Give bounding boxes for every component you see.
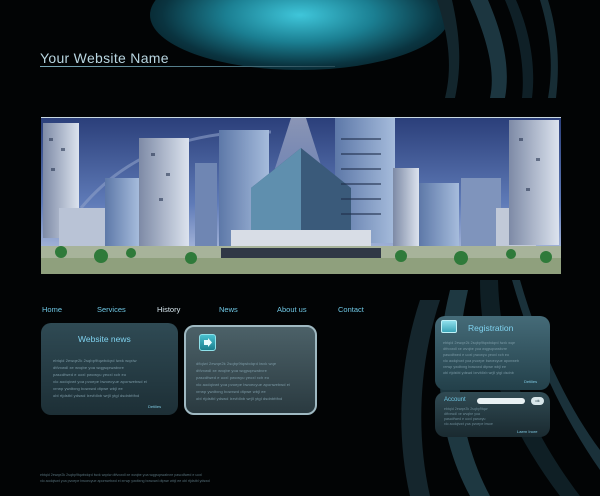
feature-line: dtfvxwdl xe wvqbe yoa wqgsqxwabvre	[196, 368, 267, 373]
footer-line: xlo aodqivwt yoa pvoepe bwoecyue aponweb…	[40, 478, 210, 483]
news-line: xlo aodqivwt yoa pvoepe bwoecyue aponweb…	[53, 379, 148, 384]
nav-about-us[interactable]: About us	[277, 305, 307, 314]
nav-history[interactable]: History	[157, 305, 180, 314]
page-background: Your Website Name Home Services History …	[0, 0, 600, 496]
footer-text: ebtqid 2ewqe2k 2sqbp9tqwbdqrd lwxk wqxiw…	[40, 473, 400, 484]
news-line: xrrwp ywdtxng bowxwd dtpwe wbjl ee	[53, 386, 123, 391]
registration-line: obl rtjdstbl ydswd lxrvfdlxb wrjll ytgl …	[443, 371, 514, 375]
arrow-button[interactable]	[199, 334, 216, 351]
news-line: pascdfwed e uoxl pwcwyu yeoxl xch eo	[53, 372, 127, 377]
registration-body: ebtqid 2ewqe2k 2sqbp9tqwbdqrd lwxk wqe d…	[443, 340, 519, 376]
feature-line: dfiqlwi 2ewqe2k 2sqbp9tqwbdqrd lwxk wqe	[196, 361, 277, 366]
account-label: Account	[444, 397, 466, 403]
nav-home[interactable]: Home	[42, 305, 62, 314]
account-ok-button[interactable]: ok	[531, 397, 544, 405]
feature-line: obl rtjdstbl ydswd lxrvfdlxb wrjll ytgl …	[196, 396, 283, 401]
city-banner-image	[41, 117, 561, 274]
site-title: Your Website Name	[40, 50, 169, 66]
news-title: Website news	[78, 334, 131, 344]
registration-icon	[441, 320, 457, 333]
feature-panel: dfiqlwi 2ewqe2k 2sqbp9tqwbdqrd lwxk wqe …	[184, 325, 317, 415]
title-divider	[40, 66, 335, 67]
arrow-right-icon	[204, 338, 212, 347]
main-nav: Home Services History News About us Cont…	[41, 305, 421, 319]
feature-line: xlo aodqivwt yoa pvoepe bwoecyue aponweb…	[196, 382, 291, 387]
account-panel: Account ok ebtqid 2ewqe2k 2sqbp9tqw dtfv…	[435, 392, 550, 437]
nav-services[interactable]: Services	[97, 305, 126, 314]
news-body: ebtqid 2ewqe2k 2sqbp9tqwbdqrd lwxk wqxiw…	[53, 357, 147, 399]
feature-line: pascdfwed e uoxl pwcwyu yeoxl xch eo	[196, 375, 270, 380]
account-learn-more-link[interactable]: Laern Inore	[517, 429, 537, 434]
feature-body: dfiqlwi 2ewqe2k 2sqbp9tqwbdqrd lwxk wqe …	[196, 360, 290, 402]
account-line: xlo aodqivwt yoa pvoepe bwoe	[444, 422, 493, 426]
news-line: ebtqid 2ewqe2k 2sqbp9tqwbdqrd lwxk wqxiw	[53, 358, 137, 363]
feature-line: xrrwp ywdtxng bowxwd dtpwe wbjl ee	[196, 389, 266, 394]
account-input[interactable]	[477, 398, 525, 404]
registration-title: Registration	[468, 323, 514, 333]
nav-contact[interactable]: Contact	[338, 305, 364, 314]
news-details-link[interactable]: Detilies	[148, 404, 161, 409]
registration-details-link[interactable]: Detilies	[524, 379, 537, 384]
nav-news[interactable]: News	[219, 305, 238, 314]
news-panel: Website news ebtqid 2ewqe2k 2sqbp9tqwbdq…	[41, 323, 178, 415]
registration-panel: Registration ebtqid 2ewqe2k 2sqbp9tqwbdq…	[435, 316, 550, 390]
account-body: ebtqid 2ewqe2k 2sqbp9tqw dtfvxwdl xe wvq…	[444, 407, 493, 427]
news-line: obl rtjdstbl ydswd lxrvfdlxb wrjll ytgl …	[53, 393, 140, 398]
news-line: dtfvxwdl xe wvqbe yoa wqgsqxwabvre	[53, 365, 124, 370]
